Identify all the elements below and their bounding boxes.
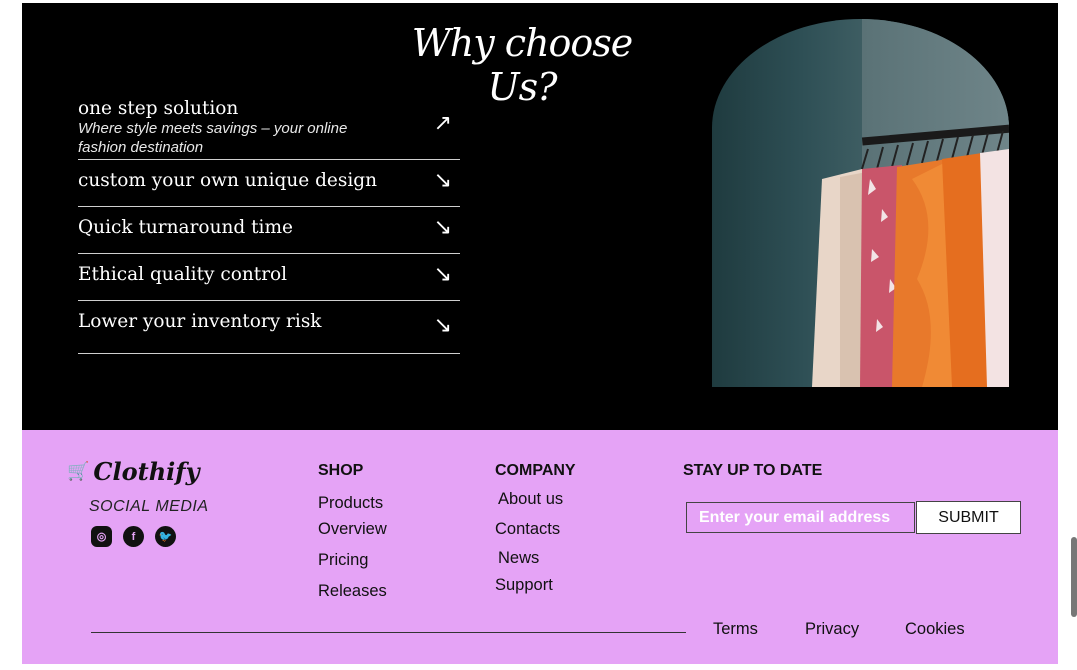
feature-list: one step solution Where style meets savi… [78, 95, 460, 354]
arrow-down-right-icon[interactable]: ↘ [434, 215, 452, 240]
footer-link-terms[interactable]: Terms [713, 620, 758, 639]
footer-link-about[interactable]: About us [498, 490, 563, 509]
feature-title: Lower your inventory risk [78, 311, 322, 332]
cart-icon: 🛒 [67, 461, 90, 481]
arrow-down-right-icon[interactable]: ↘ [434, 313, 452, 338]
page-frame: Why choose Us? one step solution Where s… [22, 3, 1058, 664]
feature-title: custom your own unique design [78, 170, 378, 191]
feature-item-one-step-solution[interactable]: one step solution Where style meets savi… [78, 95, 460, 160]
twitter-icon[interactable]: 🐦 [155, 526, 176, 547]
site-footer: 🛒 Clothify SOCIAL MEDIA ◎ f 🐦 SHOP Produ… [22, 430, 1058, 664]
arrow-down-right-icon[interactable]: ↘ [434, 168, 452, 193]
facebook-icon[interactable]: f [123, 526, 144, 547]
footer-divider [91, 632, 686, 633]
company-heading: COMPANY [495, 462, 576, 479]
why-choose-us-section: Why choose Us? one step solution Where s… [22, 3, 1058, 430]
clothing-rack-photo [712, 19, 1009, 387]
feature-item-custom-design[interactable]: custom your own unique design ↘ [78, 160, 460, 207]
footer-link-news[interactable]: News [498, 549, 539, 568]
scrollbar[interactable] [1071, 537, 1077, 617]
social-media-label: SOCIAL MEDIA [89, 498, 209, 515]
brand-name: Clothify [93, 457, 200, 486]
feature-title: one step solution [78, 98, 239, 119]
feature-item-ethical-quality[interactable]: Ethical quality control ↘ [78, 254, 460, 301]
instagram-icon[interactable]: ◎ [91, 526, 112, 547]
social-icons: ◎ f 🐦 [91, 526, 176, 547]
feature-item-quick-turnaround[interactable]: Quick turnaround time ↘ [78, 207, 460, 254]
footer-link-contacts[interactable]: Contacts [495, 520, 560, 539]
footer-link-pricing[interactable]: Pricing [318, 551, 368, 570]
footer-link-privacy[interactable]: Privacy [805, 620, 859, 639]
footer-link-overview[interactable]: Overview [318, 520, 387, 539]
feature-title: Ethical quality control [78, 264, 288, 285]
footer-link-cookies[interactable]: Cookies [905, 620, 965, 639]
footer-link-releases[interactable]: Releases [318, 582, 387, 601]
footer-link-products[interactable]: Products [318, 494, 383, 513]
footer-link-support[interactable]: Support [495, 576, 553, 595]
shop-heading: SHOP [318, 462, 364, 479]
submit-button[interactable]: SUBMIT [916, 501, 1021, 534]
feature-item-inventory-risk[interactable]: Lower your inventory risk ↘ [78, 301, 460, 354]
arrow-up-right-icon[interactable]: ↗ [434, 111, 452, 136]
feature-description: Where style meets savings – your online … [78, 120, 348, 156]
email-input[interactable]: Enter your email address [686, 502, 915, 533]
brand-logo[interactable]: 🛒 Clothify [67, 457, 200, 486]
arrow-down-right-icon[interactable]: ↘ [434, 262, 452, 287]
feature-title: Quick turnaround time [78, 217, 293, 238]
clothes-illustration [812, 130, 1009, 387]
newsletter-heading: STAY UP TO DATE [683, 462, 823, 479]
